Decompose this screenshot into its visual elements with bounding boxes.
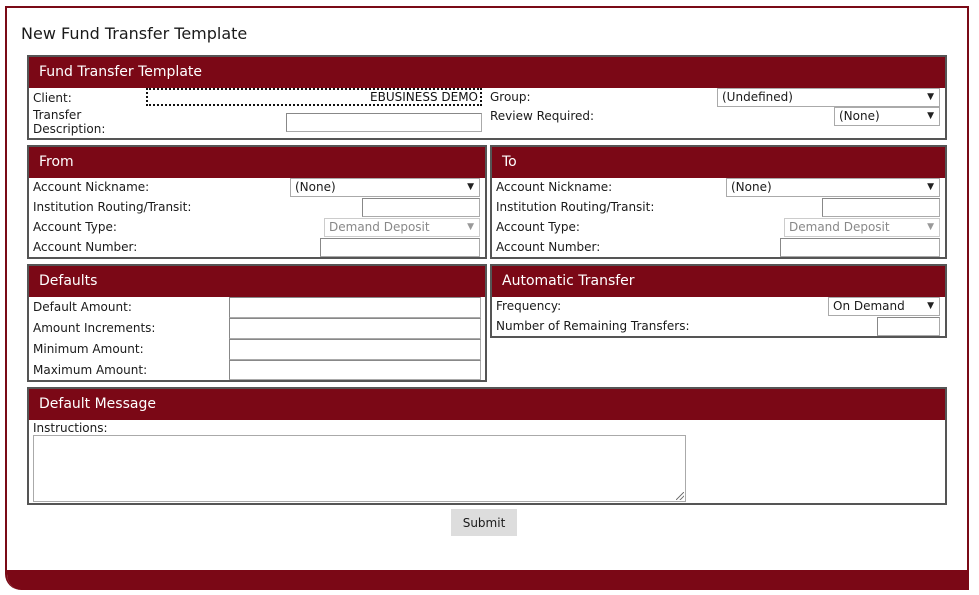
instructions-label: Instructions: xyxy=(33,421,108,435)
description-label: Transfer Description: xyxy=(33,108,105,136)
resize-handle-icon[interactable] xyxy=(676,492,684,500)
frequency-value: On Demand xyxy=(833,299,905,313)
frequency-select[interactable]: On Demand ▼ xyxy=(828,297,940,316)
chevron-down-icon: ▼ xyxy=(927,301,934,311)
to-nickname-select[interactable]: (None) ▼ xyxy=(726,178,940,197)
to-panel-heading: To xyxy=(492,147,945,178)
from-panel: From Account Nickname: (None) ▼ Institut… xyxy=(27,145,487,259)
client-label: Client: xyxy=(33,91,72,105)
chevron-down-icon: ▼ xyxy=(927,182,934,192)
chevron-down-icon: ▼ xyxy=(927,92,934,102)
default-amount-input[interactable] xyxy=(229,297,481,318)
defaults-panel: Defaults Default Amount: Amount Incremen… xyxy=(27,264,487,382)
to-routing-label: Institution Routing/Transit: xyxy=(496,200,655,214)
default-amount-label: Default Amount: xyxy=(33,300,132,314)
to-routing-input[interactable] xyxy=(822,198,940,217)
to-type-label: Account Type: xyxy=(496,220,580,234)
review-select-value: (None) xyxy=(839,109,880,123)
footer-bar xyxy=(7,570,967,590)
instructions-textarea[interactable] xyxy=(33,435,686,502)
page-title: New Fund Transfer Template xyxy=(21,24,248,43)
maximum-input[interactable] xyxy=(229,360,481,380)
template-panel: Fund Transfer Template Client: EBUSINESS… xyxy=(27,55,947,140)
group-label: Group: xyxy=(490,90,531,104)
remaining-input[interactable] xyxy=(877,317,940,336)
from-nickname-select[interactable]: (None) ▼ xyxy=(290,178,480,197)
to-nickname-label: Account Nickname: xyxy=(496,180,613,194)
frequency-label: Frequency: xyxy=(496,299,562,313)
description-label-line2: Description: xyxy=(33,122,106,136)
to-number-input[interactable] xyxy=(780,238,940,257)
to-panel: To Account Nickname: (None) ▼ Institutio… xyxy=(490,145,947,259)
from-type-select[interactable]: Demand Deposit ▼ xyxy=(324,218,480,237)
client-value[interactable]: EBUSINESS DEMO xyxy=(146,88,482,106)
from-routing-label: Institution Routing/Transit: xyxy=(33,200,192,214)
maximum-label: Maximum Amount: xyxy=(33,363,148,377)
from-number-label: Account Number: xyxy=(33,240,138,254)
minimum-input[interactable] xyxy=(229,339,481,360)
from-type-value: Demand Deposit xyxy=(329,220,430,234)
auto-transfer-heading: Automatic Transfer xyxy=(492,266,945,297)
chevron-down-icon: ▼ xyxy=(467,222,474,232)
to-number-label: Account Number: xyxy=(496,240,601,254)
from-nickname-label: Account Nickname: xyxy=(33,180,150,194)
review-label: Review Required: xyxy=(490,109,595,123)
minimum-label: Minimum Amount: xyxy=(33,342,144,356)
to-type-value: Demand Deposit xyxy=(789,220,890,234)
submit-button[interactable]: Submit xyxy=(451,509,517,536)
increments-input[interactable] xyxy=(229,318,481,339)
increments-label: Amount Increments: xyxy=(33,321,156,335)
defaults-panel-heading: Defaults xyxy=(29,266,485,297)
review-select[interactable]: (None) ▼ xyxy=(834,107,940,126)
group-select-value: (Undefined) xyxy=(722,90,793,104)
from-routing-input[interactable] xyxy=(362,198,480,217)
chevron-down-icon: ▼ xyxy=(927,222,934,232)
from-nickname-value: (None) xyxy=(295,180,336,194)
to-nickname-value: (None) xyxy=(731,180,772,194)
chevron-down-icon: ▼ xyxy=(467,182,474,192)
auto-transfer-panel: Automatic Transfer Frequency: On Demand … xyxy=(490,264,947,338)
chevron-down-icon: ▼ xyxy=(927,111,934,121)
from-type-label: Account Type: xyxy=(33,220,117,234)
from-number-input[interactable] xyxy=(320,238,480,257)
group-select[interactable]: (Undefined) ▼ xyxy=(717,88,940,107)
to-type-select[interactable]: Demand Deposit ▼ xyxy=(784,218,940,237)
description-label-line1: Transfer xyxy=(33,108,82,122)
from-panel-heading: From xyxy=(29,147,485,178)
template-panel-heading: Fund Transfer Template xyxy=(29,57,945,88)
remaining-label: Number of Remaining Transfers: xyxy=(496,319,690,333)
message-panel-heading: Default Message xyxy=(29,389,945,420)
description-input[interactable] xyxy=(286,113,482,132)
message-panel: Default Message Instructions: xyxy=(27,387,947,505)
